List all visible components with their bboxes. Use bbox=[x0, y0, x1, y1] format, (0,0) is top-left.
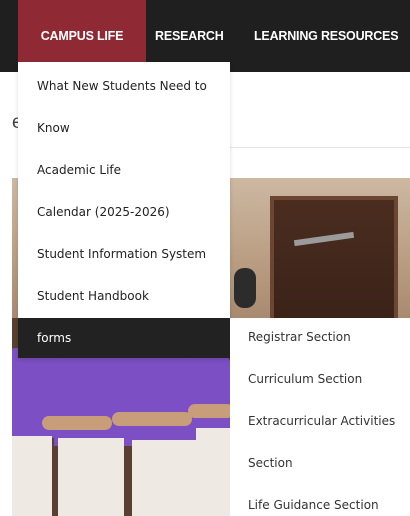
photo-pants bbox=[58, 438, 124, 516]
menu-item-student-handbook[interactable]: Student Handbook bbox=[18, 276, 230, 316]
photo-student bbox=[188, 354, 232, 434]
photo-arm bbox=[42, 416, 112, 430]
submenu-item-registrar[interactable]: Registrar Section bbox=[248, 330, 351, 344]
photo-arm bbox=[188, 404, 234, 418]
photo-door bbox=[270, 196, 398, 329]
menu-item-forms[interactable]: forms bbox=[18, 318, 230, 358]
menu-item-new-students-cont[interactable]: Know bbox=[18, 108, 230, 148]
submenu-item-extracurricular[interactable]: Extracurricular Activities bbox=[248, 414, 395, 428]
submenu-item-extracurricular-cont[interactable]: Section bbox=[248, 456, 293, 470]
menu-item-student-information-system[interactable]: Student Information System bbox=[18, 234, 230, 274]
submenu-item-life-guidance[interactable]: Life Guidance Section bbox=[248, 498, 379, 512]
photo-pants bbox=[132, 440, 196, 516]
photo-face bbox=[234, 268, 256, 308]
divider bbox=[230, 147, 410, 148]
menu-item-academic-life[interactable]: Academic Life bbox=[18, 150, 230, 190]
menu-item-calendar[interactable]: Calendar (2025-2026) bbox=[18, 192, 230, 232]
forms-submenu: Registrar Section Curriculum Section Ext… bbox=[230, 318, 410, 516]
photo-student bbox=[54, 356, 134, 446]
campus-life-dropdown: What New Students Need to Know Academic … bbox=[18, 62, 230, 358]
photo-arm bbox=[112, 412, 192, 426]
photo-pants bbox=[12, 436, 52, 516]
tab-learning-resources[interactable]: LEARNING RESOURCES bbox=[254, 0, 399, 72]
photo-pants bbox=[196, 428, 234, 516]
menu-item-new-students[interactable]: What New Students Need to bbox=[18, 66, 230, 106]
submenu-item-curriculum[interactable]: Curriculum Section bbox=[248, 372, 362, 386]
